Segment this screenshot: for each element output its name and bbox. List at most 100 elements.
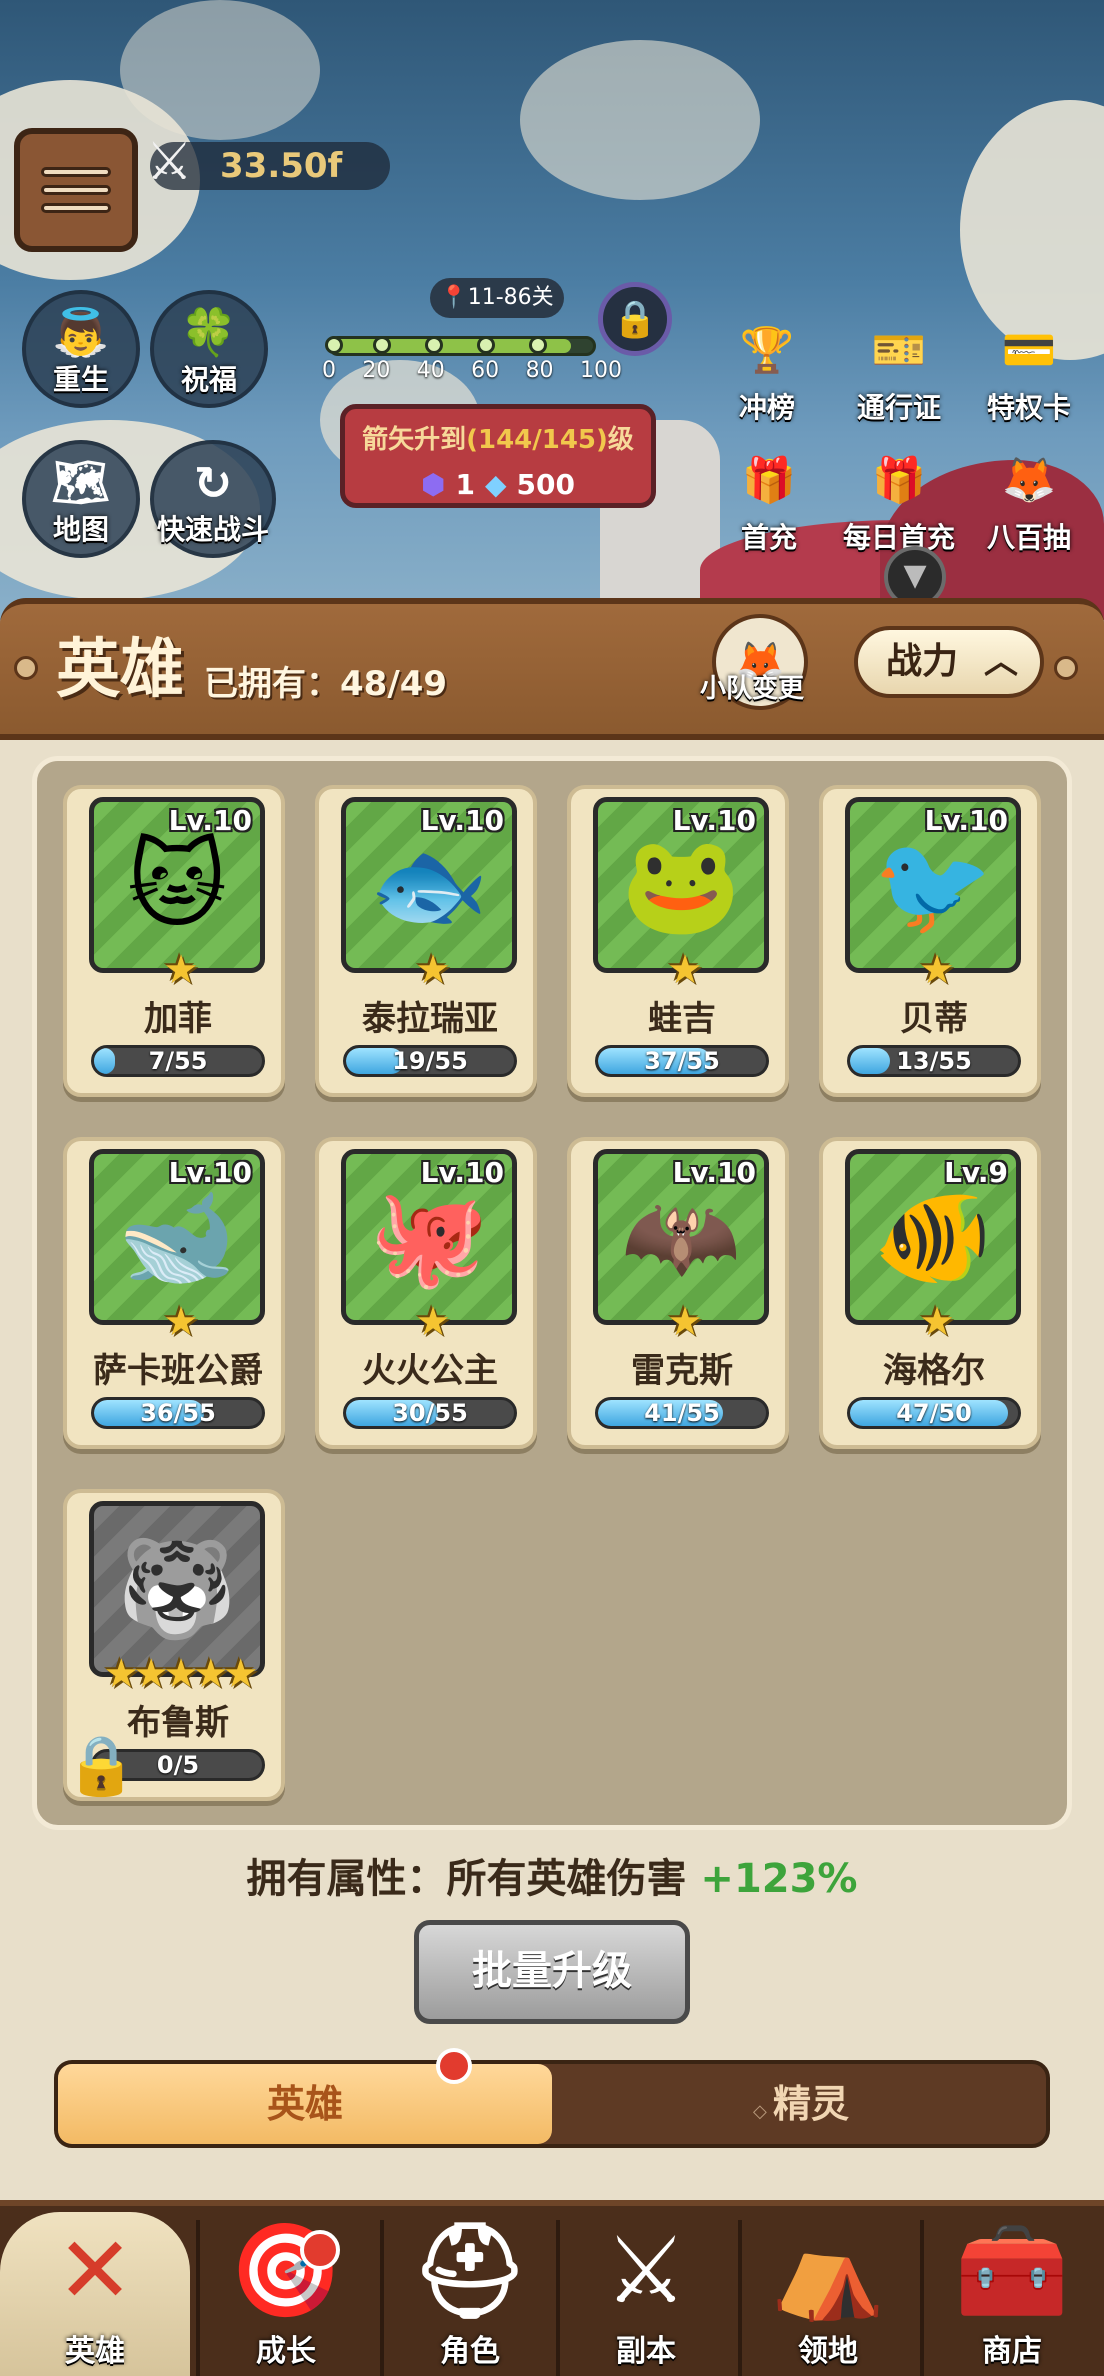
hero-avatar-icon: 🐙 — [369, 1180, 489, 1293]
stage-label: 11-86关 — [467, 285, 554, 310]
hero-level: Lv.9 — [944, 1156, 1008, 1189]
crossed-swords-icon: ⚔ — [146, 132, 193, 192]
diamond-small-icon: ◇ — [752, 2101, 774, 2122]
hero-stars: ★ — [919, 947, 955, 993]
tick-label: 100 — [579, 358, 622, 383]
upgrade-text: 箭矢升到(144/145)级 — [345, 419, 651, 456]
tick-label: 40 — [416, 358, 445, 383]
upgrade-suffix: 级 — [607, 425, 634, 455]
stage-indicator: 📍11-86关 — [430, 278, 564, 318]
rebirth-button[interactable]: 👼 重生 — [22, 290, 140, 408]
nav-dungeon[interactable]: ⚔ 副本 — [556, 2212, 736, 2376]
lock-icon: 🔒 — [612, 299, 658, 340]
hero-card[interactable]: Lv.10 🐟 ★ 泰拉瑞亚 19/55 — [315, 785, 537, 1097]
hero-stars: ★ — [163, 1299, 199, 1345]
hero-card[interactable]: Lv.9 🐠 ★ 海格尔 47/50 — [819, 1137, 1041, 1449]
hero-card[interactable]: 🐯 ★★★★★ 布鲁斯 0/5 🔒 — [63, 1489, 285, 1801]
hero-level: Lv.10 — [168, 1156, 252, 1189]
hero-stars: ★★★★★ — [103, 1651, 258, 1697]
batch-upgrade-button[interactable]: 批量升级 — [414, 1920, 690, 2024]
main-menu-button[interactable] — [14, 128, 138, 252]
hero-name: 海格尔 — [883, 1351, 985, 1391]
boss-lock-button[interactable]: 🔒 — [598, 282, 672, 356]
blessing-label: 祝福 — [180, 363, 237, 396]
hero-avatar-icon: 🐦 — [873, 828, 993, 941]
hero-stars: ★ — [667, 1299, 703, 1345]
hero-shard-count: 41/55 — [644, 1399, 720, 1427]
sort-by-power-button[interactable]: 战力 ︿ — [854, 626, 1044, 698]
hero-stars: ★ — [667, 947, 703, 993]
hero-avatar-icon: 🐟 — [369, 828, 489, 941]
nav-hero-label: 英雄 — [65, 2334, 125, 2369]
attribute-value: +123% — [700, 1856, 858, 1902]
location-pin-icon: 📍 — [440, 285, 468, 310]
hero-stars: ★ — [415, 947, 451, 993]
tab-sprite[interactable]: ◇ 精灵 — [552, 2064, 1050, 2144]
nav-growth[interactable]: 🎯 成长 — [196, 2212, 376, 2376]
hero-shard-count: 19/55 — [392, 1047, 468, 1075]
nav-role[interactable]: ⛑ 角色 — [380, 2212, 560, 2376]
chevron-up-icon: ︿ — [984, 642, 1018, 682]
hero-name: 泰拉瑞亚 — [362, 999, 498, 1039]
hero-avatar-icon: 🐱 — [126, 829, 228, 941]
hero-card[interactable]: Lv.10 🐋 ★ 萨卡班公爵 36/55 — [63, 1137, 285, 1449]
progress-node — [529, 336, 547, 354]
attribute-label: 拥有属性：所有英雄伤害 — [246, 1856, 687, 1902]
gift-icon: 🎁 — [741, 455, 797, 506]
first-recharge-button[interactable]: 🎁 首充 — [694, 446, 844, 556]
hero-avatar-icon: 🦇 — [621, 1180, 741, 1293]
swords-icon: ⚔ — [604, 2217, 688, 2324]
pass-icon: 🎫 — [871, 325, 927, 376]
privilege-card-button[interactable]: 💳 特权卡 — [954, 316, 1104, 426]
nav-shop[interactable]: 🧰 商店 — [922, 2212, 1102, 2376]
ranking-label: 冲榜 — [738, 391, 795, 424]
hero-sprite-tabs: 英雄 ◇ 精灵 — [54, 2060, 1050, 2148]
draw-button[interactable]: 🦊 八百抽 — [954, 446, 1104, 556]
blessing-button[interactable]: 🍀 祝福 — [150, 290, 268, 408]
hero-name: 火火公主 — [362, 1351, 498, 1391]
hero-avatar-icon: 🐠 — [873, 1180, 993, 1293]
hero-card[interactable]: Lv.10 🐱 ★ 加菲 7/55 — [63, 785, 285, 1097]
hero-level: Lv.10 — [672, 1156, 756, 1189]
daily-gift-icon: 🎁 — [871, 455, 927, 506]
hero-shard-count: 30/55 — [392, 1399, 468, 1427]
pass-button[interactable]: 🎫 通行证 — [824, 316, 974, 426]
hero-avatar-icon: 🐸 — [621, 828, 741, 941]
hero-level: Lv.10 — [420, 1156, 504, 1189]
hero-stars: ★ — [919, 1299, 955, 1345]
privilege-card-label: 特权卡 — [986, 391, 1071, 424]
arrow-upgrade-button[interactable]: 箭矢升到(144/145)级 ⬢ 1 ◆ 500 — [340, 404, 656, 508]
chevron-down-icon: ▼ — [903, 558, 927, 593]
quick-battle-label: 快速战斗 — [156, 513, 269, 546]
nav-hero[interactable]: ✕ 英雄 — [0, 2212, 190, 2376]
trophy-icon: 🏆 — [739, 325, 795, 376]
draw-label: 八百抽 — [986, 521, 1071, 554]
hero-shard-bar: 19/55 — [343, 1045, 517, 1077]
hero-shard-count: 37/55 — [644, 1047, 720, 1075]
hero-grid: Lv.10 🐱 ★ 加菲 7/55 Lv.10 🐟 ★ 泰拉瑞亚 19/55 Lv.10 🐸 ★ 蛙吉 37… — [32, 756, 1072, 1830]
hero-shard-bar: 37/55 — [595, 1045, 769, 1077]
tab-hero[interactable]: 英雄 — [58, 2064, 552, 2144]
upgrade-cost-diamond: 500 — [516, 468, 575, 501]
hero-card[interactable]: Lv.10 🐦 ★ 贝蒂 13/55 — [819, 785, 1041, 1097]
close-icon: ✕ — [56, 2217, 134, 2324]
nav-territory[interactable]: ⛺ 领地 — [738, 2212, 918, 2376]
daily-recharge-button[interactable]: 🎁 每日首充 — [824, 446, 974, 556]
upgrade-prefix: 箭矢升到 — [362, 425, 467, 455]
panel-rivet — [1054, 656, 1078, 680]
hero-card[interactable]: Lv.10 🐙 ★ 火火公主 30/55 — [315, 1137, 537, 1449]
diamond-icon: ◆ — [484, 468, 507, 501]
hero-name: 加菲 — [144, 999, 212, 1039]
hero-stars: ★ — [163, 947, 199, 993]
quick-battle-button[interactable]: ↻ 快速战斗 — [150, 440, 276, 558]
tick-label: 20 — [362, 358, 391, 383]
ranking-button[interactable]: 🏆 冲榜 — [692, 316, 842, 426]
progress-node — [325, 336, 343, 354]
helmet-icon: ⛑ — [411, 2217, 529, 2324]
hero-card[interactable]: Lv.10 🐸 ★ 蛙吉 37/55 — [567, 785, 789, 1097]
nav-growth-label: 成长 — [256, 2334, 316, 2369]
privilege-card-icon: 💳 — [1001, 325, 1057, 376]
map-button[interactable]: 🗺 地图 — [22, 440, 140, 558]
hero-card[interactable]: Lv.10 🦇 ★ 雷克斯 41/55 — [567, 1137, 789, 1449]
upgrade-cost-gem: 1 — [455, 468, 475, 501]
